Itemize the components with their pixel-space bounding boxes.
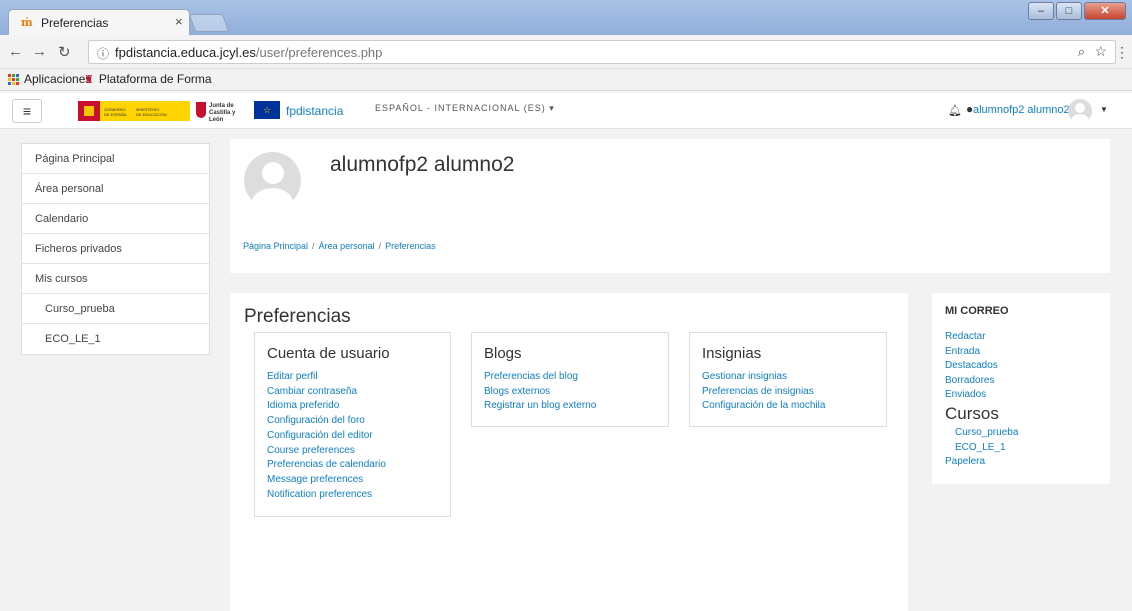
page-title: Preferencias: [244, 306, 351, 327]
moodle-icon: ṁ: [21, 16, 33, 29]
link-editar-perfil[interactable]: Editar perfil: [267, 370, 438, 385]
avatar[interactable]: [1068, 99, 1092, 123]
mail-link-entrada[interactable]: Entrada: [945, 345, 1098, 360]
address-bar: ← → ↻ ⓘ fpdistancia.educa.jcyl.es/user/p…: [0, 35, 1132, 69]
link-gestionar-insignias[interactable]: Gestionar insignias: [702, 370, 874, 385]
nav-item-calendario[interactable]: Calendario: [22, 204, 209, 234]
chevron-down-icon[interactable]: ▼: [1100, 105, 1108, 114]
page-heading-fullname: alumnofp2 alumno2: [330, 153, 515, 176]
nav-item-mis-cursos[interactable]: Mis cursos: [22, 264, 209, 294]
mail-link-enviados[interactable]: Enviados: [945, 388, 1098, 403]
close-window-icon[interactable]: ✕: [1084, 2, 1126, 20]
link-idioma-preferido[interactable]: Idioma preferido: [267, 399, 438, 414]
card-insignias: Insignias Gestionar insignias Preferenci…: [689, 332, 887, 427]
nav-item-area-personal[interactable]: Área personal: [22, 174, 209, 204]
apps-icon: [8, 73, 19, 85]
bell-icon[interactable]: 🔔︎: [948, 104, 962, 117]
browser-menu-icon[interactable]: ⋮: [1115, 44, 1129, 61]
bookmark-favicon-icon: ♜: [84, 73, 94, 86]
card-title: Cuenta de usuario: [267, 345, 390, 362]
info-icon[interactable]: ⓘ: [97, 45, 109, 62]
link-configuracion-mochila[interactable]: Configuración de la mochila: [702, 399, 874, 414]
link-configuracion-foro[interactable]: Configuración del foro: [267, 414, 438, 429]
link-preferencias-calendario[interactable]: Preferencias de calendario: [267, 458, 438, 473]
site-navbar: ≡ GOBIERNO DE ESPAÑA MINISTERIO DE EDUCACI…: [0, 93, 1132, 129]
maximize-icon[interactable]: □: [1056, 2, 1082, 20]
minimize-icon[interactable]: –: [1028, 2, 1054, 20]
link-registrar-blog-externo[interactable]: Registrar un blog externo: [484, 399, 656, 414]
link-course-preferences[interactable]: Course preferences: [267, 444, 438, 459]
mail-link-redactar[interactable]: Redactar: [945, 330, 1098, 345]
tab-title: Preferencias: [41, 16, 109, 30]
forward-icon[interactable]: →: [32, 43, 47, 60]
gobierno-logo: GOBIERNO DE ESPAÑA MINISTERIO DE EDUCACIÓN: [78, 101, 190, 121]
url-text: fpdistancia.educa.jcyl.es/user/preferenc…: [115, 45, 383, 60]
breadcrumb-area-personal[interactable]: Área personal: [319, 241, 375, 251]
breadcrumb: Página Principal / Área personal / Preferenc…: [243, 241, 436, 251]
link-configuracion-editor[interactable]: Configuración del editor: [267, 429, 438, 444]
zoom-icon[interactable]: ⌕: [1078, 44, 1085, 60]
url-input[interactable]: ⓘ fpdistancia.educa.jcyl.es/user/prefere…: [88, 40, 1116, 64]
breadcrumb-preferencias[interactable]: Preferencias: [385, 241, 436, 251]
link-message-preferences[interactable]: Message preferences: [267, 473, 438, 488]
preferences-main: Preferencias Cuenta de usuario Editar pe…: [230, 293, 908, 611]
site-name-link[interactable]: fpdistancia: [286, 104, 343, 118]
nav-item-curso-prueba[interactable]: Curso_prueba: [22, 294, 209, 324]
window-controls: – □ ✕: [1028, 2, 1126, 20]
bookmark-plataforma[interactable]: ♜ Plataforma de Forma: [84, 72, 212, 86]
breadcrumb-pagina-principal[interactable]: Página Principal: [243, 241, 308, 251]
card-blogs: Blogs Preferencias del blog Blogs extern…: [471, 332, 669, 427]
link-preferencias-blog[interactable]: Preferencias del blog: [484, 370, 656, 385]
bookmark-apps[interactable]: Aplicaciones: [8, 72, 91, 86]
left-navigation: Página Principal Área personal Calendari…: [21, 143, 210, 355]
star-icon[interactable]: ☆: [1094, 43, 1107, 60]
hamburger-menu-icon[interactable]: ≡: [12, 99, 42, 123]
card-title: Blogs: [484, 345, 522, 362]
new-tab-button[interactable]: [188, 14, 230, 32]
mail-link-destacados[interactable]: Destacados: [945, 359, 1098, 374]
mail-course-eco-le-1[interactable]: ECO_LE_1: [945, 441, 1098, 456]
link-preferencias-insignias[interactable]: Preferencias de insignias: [702, 385, 874, 400]
mail-link-borradores[interactable]: Borradores: [945, 374, 1098, 389]
profile-header: alumnofp2 alumno2 Página Principal / Área …: [230, 139, 1110, 273]
link-cambiar-contrasena[interactable]: Cambiar contraseña: [267, 385, 438, 400]
nav-item-ficheros-privados[interactable]: Ficheros privados: [22, 234, 209, 264]
mail-courses-heading: Cursos: [945, 403, 999, 423]
profile-avatar: [244, 152, 301, 209]
jcyl-logo: Junta de Castilla y León: [196, 100, 246, 123]
mail-block: MI CORREO Redactar Entrada Destacados Bo…: [932, 293, 1110, 484]
mail-course-curso-prueba[interactable]: Curso_prueba: [945, 426, 1098, 441]
eu-flag-logo: ☆: [254, 101, 280, 119]
link-blogs-externos[interactable]: Blogs externos: [484, 385, 656, 400]
card-cuenta-de-usuario: Cuenta de usuario Editar perfil Cambiar …: [254, 332, 451, 517]
mail-link-papelera[interactable]: Papelera: [945, 455, 1098, 470]
card-title: Insignias: [702, 345, 762, 362]
nav-item-pagina-principal[interactable]: Página Principal: [22, 144, 209, 174]
back-icon[interactable]: ←: [8, 43, 23, 60]
language-selector[interactable]: ESPAÑOL - INTERNACIONAL (ES) ▾: [375, 103, 555, 114]
mail-block-title: MI CORREO: [945, 305, 1009, 317]
bookmarks-bar: Aplicaciones ♜ Plataforma de Forma: [0, 69, 1132, 91]
browser-tab[interactable]: ṁ Preferencias ×: [8, 9, 190, 35]
nav-item-eco-le-1[interactable]: ECO_LE_1: [22, 324, 209, 354]
link-notification-preferences[interactable]: Notification preferences: [267, 488, 438, 503]
close-tab-icon[interactable]: ×: [175, 14, 183, 29]
user-menu-link[interactable]: alumnofp2 alumno2: [973, 104, 1070, 116]
reload-icon[interactable]: ↻: [58, 43, 71, 61]
